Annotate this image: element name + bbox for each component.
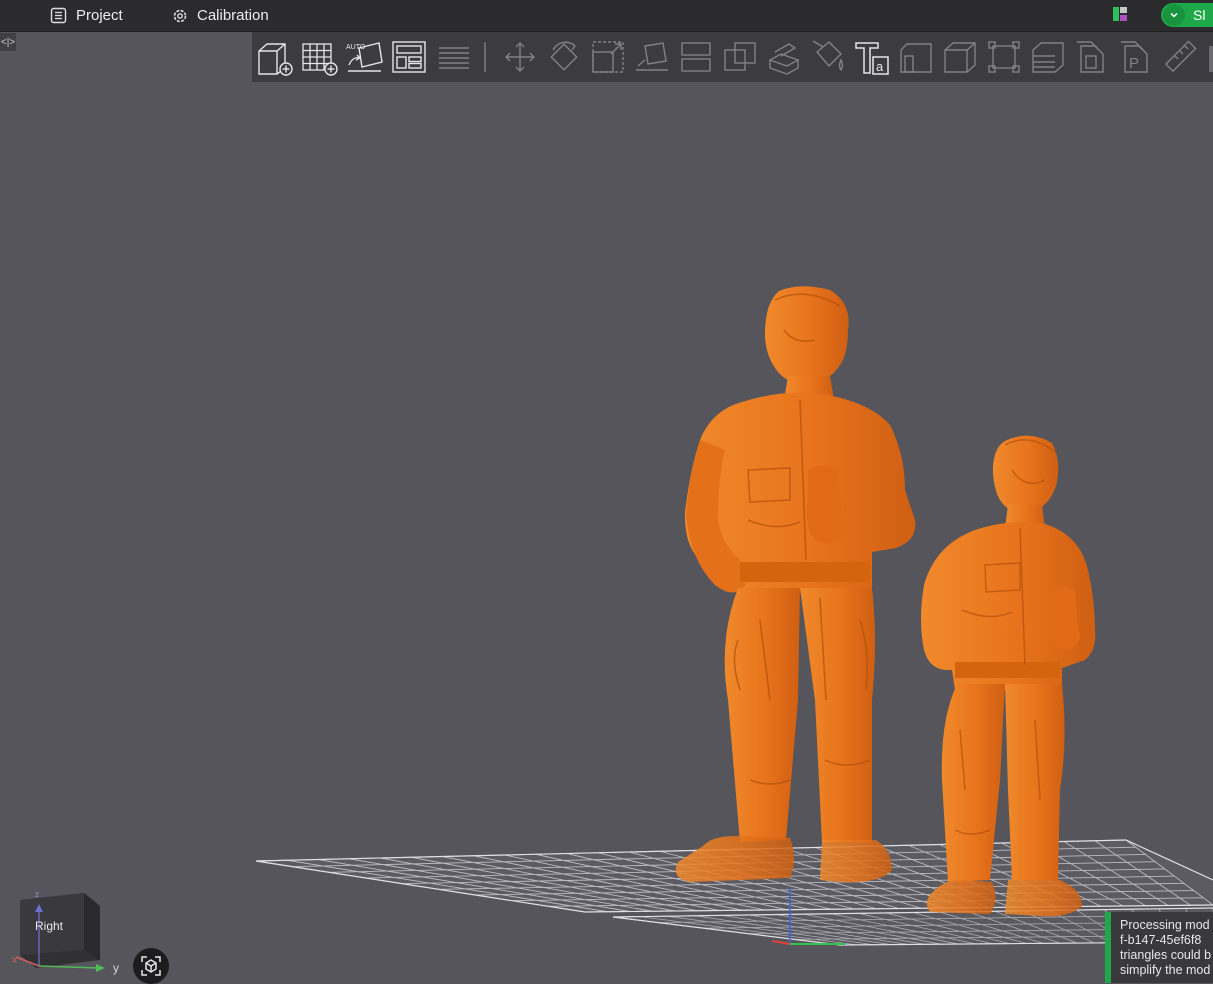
ruler-button[interactable] — [1161, 38, 1199, 76]
chevron-down-icon[interactable] — [1163, 4, 1185, 26]
axis-y-label: y — [113, 961, 119, 975]
ruler-icon — [1164, 40, 1197, 73]
fit-view-button[interactable] — [133, 948, 169, 984]
auto-orient-icon: AUTO — [346, 42, 383, 72]
rotate-icon — [550, 41, 578, 71]
main-toolbar: AUTO a P — [252, 32, 1213, 82]
seam-button[interactable] — [897, 38, 935, 76]
move-icon — [505, 42, 535, 72]
notification-line: simplify the mod — [1120, 963, 1211, 977]
notification-line: triangles could b — [1120, 948, 1212, 962]
calibration-menu-label: Calibration — [197, 7, 269, 24]
paint-support-button[interactable] — [809, 38, 847, 76]
calibration-menu[interactable]: Calibration — [172, 0, 269, 31]
lay-on-face-button[interactable] — [633, 38, 671, 76]
split-parts-button[interactable] — [721, 38, 759, 76]
layout-toggle-icon[interactable] — [1112, 6, 1128, 22]
axis-z-label: z — [35, 890, 39, 899]
notification-line: f-b147-45ef6f8 — [1120, 933, 1202, 947]
measure-frame-icon — [988, 41, 1020, 73]
view-cube-face-label[interactable]: Right — [35, 919, 63, 933]
top-menu-bar: Project Calibration Sl — [0, 0, 1213, 32]
slice-button[interactable]: Sl — [1161, 3, 1213, 27]
grid-add-icon — [302, 43, 338, 76]
fit-view-icon — [141, 956, 161, 976]
notification-line: Processing mod — [1120, 918, 1210, 932]
boolean-button[interactable] — [941, 38, 979, 76]
calibration-gear-icon — [173, 9, 187, 22]
project-menu-label: Project — [76, 7, 123, 24]
measure-button[interactable] — [985, 38, 1023, 76]
project-list-icon — [50, 7, 67, 24]
3d-viewport[interactable]: x z — [0, 82, 1213, 983]
figure-model-tall[interactable] — [675, 286, 916, 883]
box-icon — [944, 42, 976, 73]
lay-on-face-icon — [636, 42, 668, 71]
add-object-button[interactable] — [255, 38, 293, 76]
layers-icon — [439, 47, 469, 69]
paint-bucket-icon — [812, 40, 844, 72]
add-plate-button[interactable] — [300, 38, 338, 76]
support-icon: P — [1121, 41, 1148, 73]
axis-x-label: x — [12, 955, 17, 966]
cut-icon — [768, 43, 800, 75]
variable-layer-icon — [1032, 42, 1064, 73]
emboss-icon — [1077, 41, 1104, 73]
seam-icon — [900, 43, 932, 73]
processing-notification: Processing mod f-b147-45ef6f8 triangles … — [1105, 912, 1213, 983]
sidebar-collapse-handle[interactable]: <|> — [0, 33, 16, 51]
cube-add-icon — [258, 43, 293, 76]
scale-button[interactable] — [589, 38, 627, 76]
cut-button[interactable] — [765, 38, 803, 76]
slice-button-label: Sl — [1193, 7, 1206, 23]
arrange-button[interactable] — [390, 38, 428, 76]
split-objects-button[interactable] — [677, 38, 715, 76]
emboss-button[interactable] — [1073, 38, 1111, 76]
variable-layer-button[interactable] — [1029, 38, 1067, 76]
split-objects-icon — [681, 42, 711, 72]
project-menu[interactable]: Project — [50, 0, 123, 31]
arrange-icon — [392, 41, 426, 73]
svg-text:P: P — [1129, 55, 1139, 72]
support-button[interactable]: P — [1117, 38, 1155, 76]
collapse-handle-label: <|> — [0, 36, 16, 48]
scale-icon — [592, 41, 624, 73]
rotate-button[interactable] — [545, 38, 583, 76]
split-plate-button[interactable] — [435, 38, 473, 76]
move-button[interactable] — [501, 38, 539, 76]
text-icon: a — [855, 42, 889, 75]
toolbar-overflow-edge — [1209, 46, 1213, 72]
auto-orient-button[interactable]: AUTO — [345, 38, 383, 76]
svg-text:a: a — [876, 59, 884, 74]
text-tool-button[interactable]: a — [853, 38, 891, 76]
split-parts-icon — [724, 42, 756, 71]
toolbar-separator — [484, 42, 486, 72]
